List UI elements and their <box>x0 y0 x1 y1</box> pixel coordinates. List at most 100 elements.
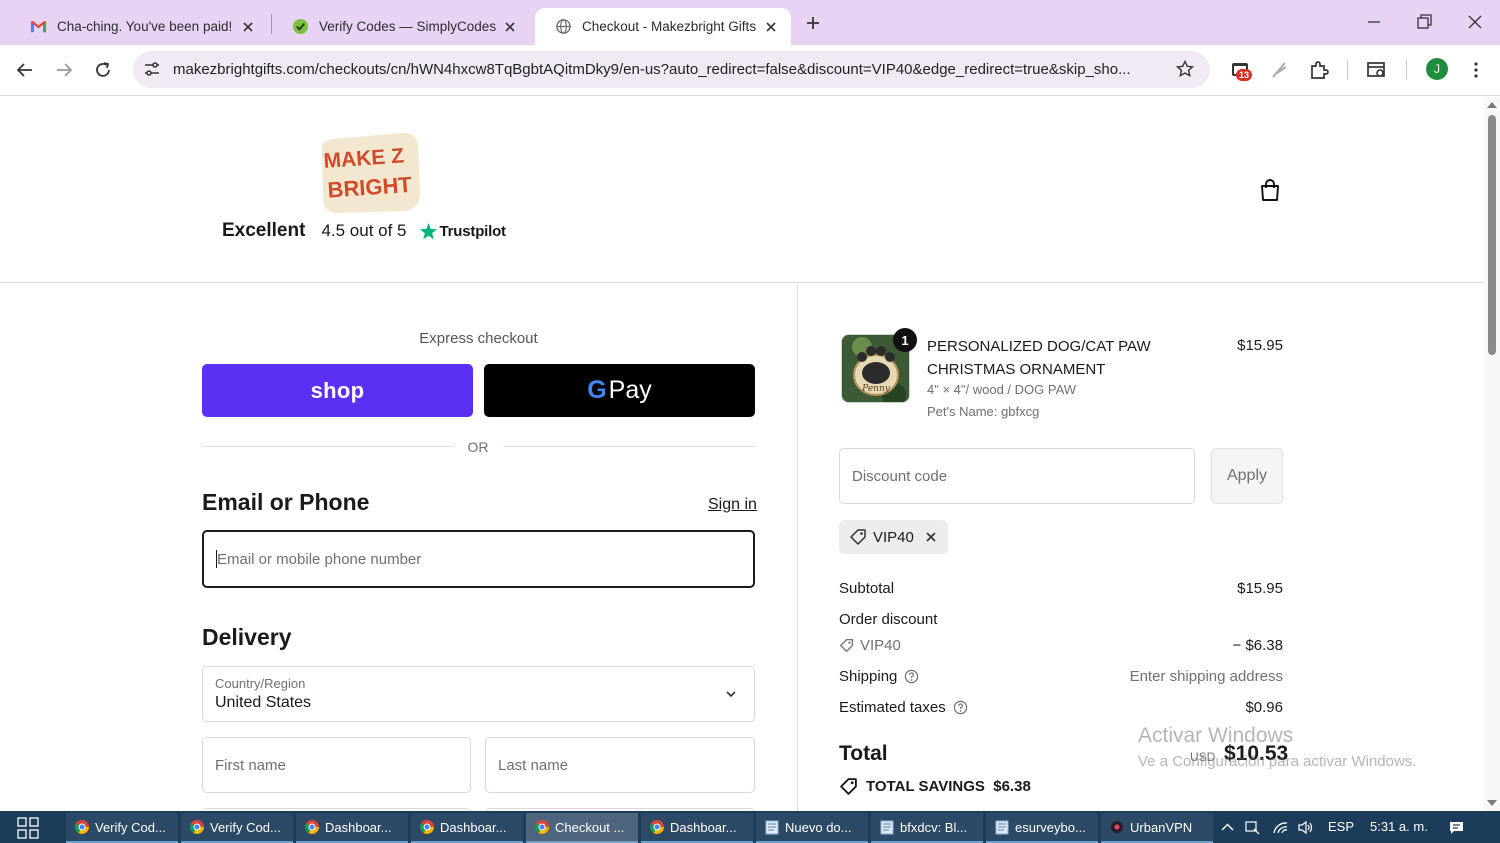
taskbar-item[interactable]: bfxdcv: Bl... <box>871 813 983 843</box>
taskbar-item[interactable]: Dashboar... <box>641 813 753 843</box>
taskbar-item[interactable]: Nuevo do... <box>756 813 868 843</box>
apply-discount-button[interactable]: Apply <box>1211 448 1283 504</box>
subtotal-value: $15.95 <box>1237 580 1283 597</box>
tab-checkout[interactable]: Checkout - Makezbright Gifts <box>535 8 791 45</box>
scroll-up-arrow[interactable] <box>1487 102 1497 108</box>
discount-code-field[interactable]: Discount code <box>839 448 1195 504</box>
trustpilot-star-icon <box>419 222 437 239</box>
email-field[interactable]: Email or mobile phone number <box>202 530 755 588</box>
page-scrollbar[interactable] <box>1484 97 1500 811</box>
taskbar-label: Dashboar... <box>440 819 507 835</box>
discount-placeholder: Discount code <box>852 468 948 485</box>
total-savings: TOTAL SAVINGS $6.38 <box>839 777 1031 796</box>
notepad-icon <box>880 820 894 835</box>
shipping-value: Enter shipping address <box>1129 668 1283 685</box>
chrome-icon <box>189 820 204 834</box>
close-tab-icon[interactable] <box>240 19 256 35</box>
task-view-icon[interactable] <box>17 817 39 839</box>
address-bar[interactable]: makezbrightgifts.com/checkouts/cn/hWN4hx… <box>133 51 1210 88</box>
taskbar-item[interactable]: Verify Cod... <box>181 813 293 843</box>
simplycodes-icon <box>292 18 309 35</box>
taskbar-label: Verify Cod... <box>210 819 281 835</box>
gmail-icon <box>30 20 47 33</box>
taskbar-item[interactable]: Dashboar... <box>411 813 523 843</box>
wifi-icon[interactable] <box>1272 819 1289 836</box>
help-circle-icon[interactable] <box>904 669 919 684</box>
shop-pay-button[interactable]: shop <box>202 364 473 417</box>
shopping-bag-icon[interactable] <box>1257 177 1283 203</box>
chevron-up-icon[interactable] <box>1219 819 1236 836</box>
windows-taskbar: Verify Cod... Verify Cod... Dashboar... … <box>0 811 1500 843</box>
chrome-icon <box>534 820 549 834</box>
country-label: Country/Region <box>215 676 306 691</box>
taskbar-item[interactable]: esurveybo... <box>986 813 1098 843</box>
ime-icon[interactable] <box>1244 819 1261 836</box>
last-name-field[interactable]: Last name <box>485 737 755 793</box>
new-tab-icon[interactable] <box>802 12 824 34</box>
google-pay-button[interactable]: G Pay <box>484 364 755 417</box>
discount-code-row: VIP40 <box>839 637 901 654</box>
forward-icon[interactable] <box>52 58 76 82</box>
makezbright-logo[interactable]: MAKE Z BRIGHT <box>316 129 424 215</box>
site-info-icon[interactable] <box>142 59 162 79</box>
chrome-icon <box>74 820 89 834</box>
chrome-icon <box>419 820 434 834</box>
extensions-puzzle-icon[interactable] <box>1307 58 1331 82</box>
menu-kebab-icon[interactable] <box>1464 58 1488 82</box>
express-checkout-label: Express checkout <box>419 330 538 347</box>
globe-icon <box>556 19 571 34</box>
tab-title: Checkout - Makezbright Gifts <box>582 19 757 34</box>
chrome-icon <box>649 820 664 834</box>
close-tab-icon[interactable] <box>502 19 518 35</box>
savings-value: $6.38 <box>993 778 1031 795</box>
tab-search-icon[interactable] <box>1365 58 1389 82</box>
bookmark-star-icon[interactable] <box>1175 59 1195 79</box>
volume-icon[interactable] <box>1297 819 1314 836</box>
taskbar-item[interactable]: Dashboar... <box>296 813 408 843</box>
delivery-section-title: Delivery <box>202 624 292 650</box>
close-window-icon[interactable] <box>1465 12 1485 32</box>
savings-label: TOTAL SAVINGS <box>866 778 985 795</box>
toolbar-separator <box>1347 60 1348 80</box>
tab-gmail[interactable]: Cha-ching. You've been paid! - <box>10 8 268 45</box>
taskbar-label: Checkout ... <box>555 819 625 835</box>
taskbar-item[interactable]: UrbanVPN <box>1101 813 1213 843</box>
first-name-field[interactable]: First name <box>202 737 471 793</box>
chevron-down-icon <box>726 691 736 698</box>
restore-icon[interactable] <box>1414 12 1434 32</box>
language-indicator[interactable]: ESP <box>1328 819 1354 834</box>
tab-title: Cha-ching. You've been paid! - <box>57 19 234 34</box>
store-header: MAKE Z BRIGHT Excellent 4.5 out of 5 Tru… <box>0 97 1484 283</box>
rating-word: Excellent <box>222 220 306 241</box>
tab-simplycodes[interactable]: Verify Codes — SimplyCodes <box>272 8 530 45</box>
column-divider <box>797 284 798 811</box>
tab-title: Verify Codes — SimplyCodes <box>319 19 496 34</box>
shipping-label: Shipping <box>839 668 898 685</box>
taskbar-item[interactable]: Checkout ... <box>526 813 638 843</box>
notifications-icon[interactable] <box>1448 819 1465 836</box>
back-icon[interactable] <box>13 58 37 82</box>
clock[interactable]: 5:31 a. m. <box>1370 819 1428 834</box>
reload-icon[interactable] <box>91 58 115 82</box>
sign-in-link[interactable]: Sign in <box>708 496 757 514</box>
extension-feather-icon[interactable] <box>1268 58 1292 82</box>
taskbar-label: Dashboar... <box>325 819 392 835</box>
help-circle-icon[interactable] <box>953 700 968 715</box>
scroll-thumb[interactable] <box>1488 115 1496 355</box>
last-name-placeholder: Last name <box>498 757 569 774</box>
browser-toolbar: makezbrightgifts.com/checkouts/cn/hWN4hx… <box>0 45 1500 96</box>
country-select[interactable]: Country/Region United States <box>202 666 755 722</box>
taskbar-item[interactable]: Verify Cod... <box>66 813 178 843</box>
order-discount-label: Order discount <box>839 611 938 628</box>
product-pet-name: Pet's Name: gbfxcg <box>927 404 1040 419</box>
minimize-icon[interactable] <box>1364 12 1384 32</box>
google-pay-label: Pay <box>608 376 652 404</box>
profile-avatar[interactable]: J <box>1426 58 1448 80</box>
close-tab-icon[interactable] <box>763 19 779 35</box>
scroll-down-arrow[interactable] <box>1487 800 1497 806</box>
total-label: Total <box>839 742 888 765</box>
notepad-icon <box>995 820 1009 835</box>
remove-discount-icon[interactable] <box>924 530 938 544</box>
toolbar-separator <box>1406 60 1407 80</box>
notepad-icon <box>765 820 779 835</box>
